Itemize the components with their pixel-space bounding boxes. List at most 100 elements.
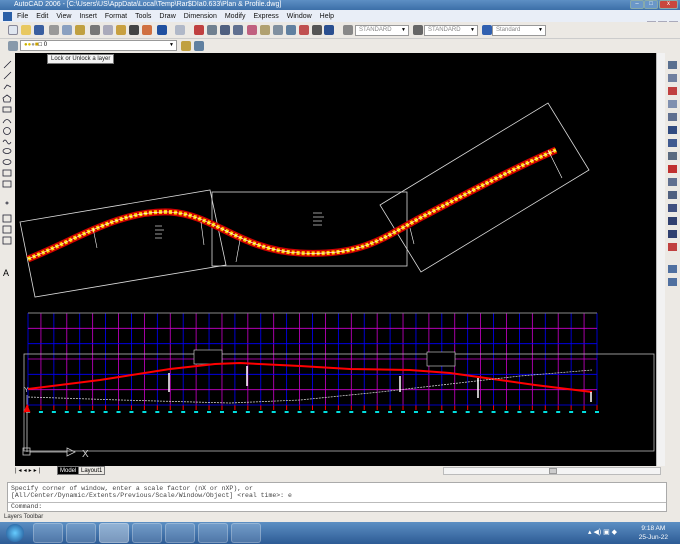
publish-icon[interactable]	[75, 25, 85, 35]
station-label	[478, 411, 483, 413]
station-label	[426, 411, 431, 413]
taskbar-autocad-icon[interactable]	[99, 523, 129, 543]
menu-dimension[interactable]: Dimension	[184, 13, 217, 20]
horizontal-scrollbar[interactable]	[443, 467, 661, 475]
modify-toolbar	[665, 53, 680, 466]
menu-insert[interactable]: Insert	[79, 13, 97, 20]
taskbar-downloader-icon[interactable]	[132, 523, 162, 543]
command-input[interactable]: Command:	[8, 502, 666, 511]
drawing-canvas[interactable]: X Y	[15, 53, 656, 466]
menu-view[interactable]: View	[56, 13, 71, 20]
station-label	[491, 411, 496, 413]
station-label	[517, 411, 522, 413]
menu-tools[interactable]: Tools	[135, 13, 151, 20]
vertical-scrollbar[interactable]	[656, 53, 665, 466]
tool-palettes-icon[interactable]	[273, 25, 283, 35]
layer-previous-icon[interactable]	[194, 41, 204, 51]
text-style-select[interactable]: STANDARD ▼	[355, 25, 409, 36]
menu-help[interactable]: Help	[320, 13, 334, 20]
drawing[interactable]: X Y	[15, 53, 656, 466]
station-label	[103, 411, 108, 413]
ucs-x-label: X	[82, 449, 89, 460]
menu-modify[interactable]: Modify	[225, 13, 246, 20]
station-label	[271, 411, 276, 413]
taskbar-explorer-icon[interactable]	[165, 523, 195, 543]
redo-icon[interactable]	[175, 25, 185, 35]
station-label	[77, 411, 82, 413]
zoom-previous-icon[interactable]	[233, 25, 243, 35]
copy-icon[interactable]	[103, 25, 113, 35]
tab-navigation-arrows[interactable]: |◂◂▸▸|	[15, 467, 42, 474]
save-icon[interactable]	[34, 25, 44, 35]
station-label	[142, 411, 147, 413]
calculator-icon[interactable]	[312, 25, 322, 35]
dim-style-select[interactable]: STANDARD ▼	[424, 25, 478, 36]
menu-draw[interactable]: Draw	[159, 13, 175, 20]
menu-format[interactable]: Format	[105, 13, 127, 20]
table-style-icon	[482, 25, 492, 35]
station-label	[116, 411, 121, 413]
taskbar-chrome-icon[interactable]	[66, 523, 96, 543]
zoom-window-icon[interactable]	[220, 25, 230, 35]
station-label	[155, 411, 160, 413]
design-center-icon[interactable]	[260, 25, 270, 35]
cut-icon[interactable]	[90, 25, 100, 35]
station-label	[595, 411, 599, 413]
markup-icon[interactable]	[299, 25, 309, 35]
match-properties-icon[interactable]	[129, 25, 139, 35]
menu-edit[interactable]: Edit	[36, 13, 48, 20]
plan-annotations	[92, 149, 563, 263]
pan-icon[interactable]	[194, 25, 204, 35]
layer-select[interactable]: ●●●■□ 0 ▼	[20, 40, 177, 51]
make-current-layer-icon[interactable]	[181, 41, 191, 51]
station-label	[556, 411, 561, 413]
system-tray-icons[interactable]: ▴ ◀) ▣ ◆	[588, 528, 617, 536]
menu-file[interactable]: File	[17, 13, 28, 20]
plot-icon[interactable]	[49, 25, 59, 35]
sheet-set-icon[interactable]	[286, 25, 296, 35]
station-label	[413, 411, 418, 413]
station-label	[207, 411, 212, 413]
station-label	[129, 411, 134, 413]
layer-properties-icon[interactable]	[8, 41, 18, 51]
menu-bar: File Edit View Insert Format Tools Draw …	[0, 10, 680, 30]
profile-label-box	[193, 349, 223, 365]
close-button[interactable]: x	[659, 0, 678, 9]
menu-express[interactable]: Express	[253, 13, 278, 20]
command-window[interactable]: Specify corner of window, enter a scale …	[7, 482, 667, 512]
minimize-button[interactable]: –	[630, 0, 644, 9]
station-label	[530, 411, 535, 413]
menu-window[interactable]: Window	[287, 13, 312, 20]
station-label	[194, 411, 199, 413]
paste-icon[interactable]	[116, 25, 126, 35]
plot-preview-icon[interactable]	[62, 25, 72, 35]
block-editor-icon[interactable]	[142, 25, 152, 35]
new-icon[interactable]	[8, 25, 18, 35]
start-button[interactable]	[6, 524, 24, 542]
table-style-select[interactable]: Standard ▼	[492, 25, 546, 36]
taskbar-ie-icon[interactable]	[33, 523, 63, 543]
tab-layout1[interactable]: Layout1	[78, 466, 106, 475]
taskbar-excel-icon[interactable]	[231, 523, 261, 543]
draw-toolbar: A	[0, 53, 15, 466]
station-label	[232, 411, 237, 413]
profile-grid	[26, 312, 599, 413]
station-label	[336, 411, 341, 413]
app-icon[interactable]	[3, 11, 12, 21]
help-icon[interactable]	[324, 25, 334, 35]
station-label	[245, 411, 250, 413]
station-label	[388, 411, 393, 413]
tab-model[interactable]: Model	[57, 466, 80, 475]
undo-icon[interactable]	[157, 25, 167, 35]
open-icon[interactable]	[21, 25, 31, 35]
modify-tools-icons[interactable]	[665, 53, 680, 293]
clock[interactable]: 9:18 AM 25-Jun-22	[639, 524, 668, 542]
taskbar: ▴ ◀) ▣ ◆ 9:18 AM 25-Jun-22	[0, 522, 680, 544]
taskbar-winrar-icon[interactable]	[198, 523, 228, 543]
ground-profile-line	[27, 369, 593, 404]
maximize-button[interactable]: □	[644, 0, 658, 9]
properties-icon[interactable]	[247, 25, 257, 35]
draw-tools-icons[interactable]: A	[0, 53, 15, 283]
station-label	[51, 411, 56, 413]
zoom-realtime-icon[interactable]	[207, 25, 217, 35]
